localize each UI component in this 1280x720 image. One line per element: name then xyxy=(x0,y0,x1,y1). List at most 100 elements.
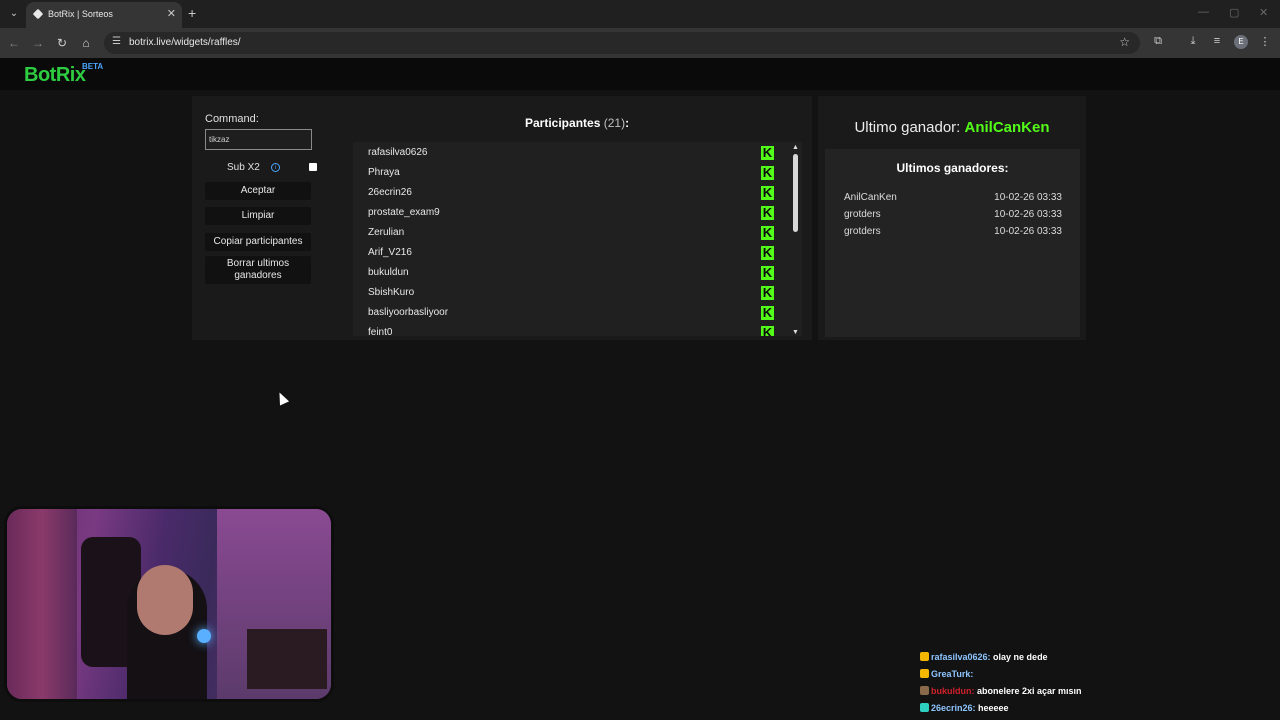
close-window-icon[interactable]: ✕ xyxy=(1259,6,1268,19)
kick-platform-icon: K xyxy=(761,225,774,240)
winners-history-box: Ultimos ganadores: AnilCanKen 10-02-26 03… xyxy=(825,149,1080,337)
delete-winners-label-1: Borrar ultimos xyxy=(226,258,290,269)
participant-name: feint0 xyxy=(368,327,393,336)
kick-platform-letter: K xyxy=(762,225,773,240)
winner-history-time: 10-02-26 03:33 xyxy=(994,226,1062,237)
participant-name: SbishKuro xyxy=(368,287,415,298)
chat-badge-icon xyxy=(920,652,929,661)
kick-platform-letter: K xyxy=(762,285,773,300)
kick-platform-icon: K xyxy=(761,325,774,336)
subx2-checkbox[interactable] xyxy=(309,163,317,171)
webcam-curtain xyxy=(7,509,77,699)
bookmark-star-icon[interactable]: ☆ xyxy=(1119,35,1130,49)
kick-platform-letter: K xyxy=(762,325,773,336)
winner-history-row: grotders 10-02-26 03:33 xyxy=(844,209,1062,225)
participants-title: Participantes (21): xyxy=(525,116,629,130)
participant-row: bukuldun K xyxy=(353,263,783,283)
extensions-icon[interactable]: ⧉ xyxy=(1150,35,1166,48)
chat-message: 26ecrin26: heeeee xyxy=(920,703,1009,713)
beta-badge: BETA xyxy=(82,62,104,71)
chat-username: bukuldun: xyxy=(931,686,975,696)
back-icon[interactable]: ← xyxy=(6,35,22,51)
address-bar[interactable]: ☰ botrix.live/widgets/raffles/ ☆ xyxy=(104,32,1140,54)
close-tab-icon[interactable]: ✕ xyxy=(167,7,176,20)
delete-winners-label-2: ganadores xyxy=(234,270,282,281)
forward-icon[interactable]: → xyxy=(30,35,46,51)
delete-winners-button[interactable]: Borrar ultimos ganadores xyxy=(205,256,311,284)
participants-scrollbar[interactable]: ▲ ▼ xyxy=(790,142,802,336)
accept-button[interactable]: Aceptar xyxy=(205,182,311,200)
page-content: BotRix BETA Command: tikzaz Sub X2 i Ace… xyxy=(0,58,1280,720)
winner-history-row: AnilCanKen 10-02-26 03:33 xyxy=(844,192,1062,208)
maximize-icon[interactable]: ▢ xyxy=(1229,6,1239,19)
participant-name: Zerulian xyxy=(368,227,405,238)
scroll-up-icon[interactable]: ▲ xyxy=(792,144,799,151)
kick-platform-icon: K xyxy=(761,265,774,280)
tab-search-icon[interactable]: ⌄ xyxy=(5,5,23,23)
participant-row: 26ecrin26 K xyxy=(353,183,783,203)
site-info-icon[interactable]: ☰ xyxy=(112,36,121,47)
botrix-logo[interactable]: BotRix xyxy=(24,64,86,87)
chat-badge-icon xyxy=(920,703,929,712)
browser-toolbar: ← → ↻ ⌂ ☰ botrix.live/widgets/raffles/ ☆… xyxy=(0,28,1280,58)
kick-platform-icon: K xyxy=(761,205,774,220)
profile-avatar[interactable]: E xyxy=(1234,35,1248,49)
kick-platform-icon: K xyxy=(761,145,774,160)
last-winner-label: Ultimo ganador: xyxy=(854,119,961,136)
subx2-label: Sub X2 xyxy=(227,162,260,173)
scroll-thumb[interactable] xyxy=(793,154,798,232)
download-icon[interactable]: ⤓ xyxy=(1185,35,1201,48)
chat-username: 26ecrin26: xyxy=(931,703,976,713)
raffle-panel: Command: tikzaz Sub X2 i Aceptar Limpiar… xyxy=(192,96,812,340)
browser-tab[interactable]: BotRix | Sorteos ✕ xyxy=(26,2,182,28)
participants-title-text: Participantes xyxy=(525,116,601,130)
browser-tab-bar: ⌄ BotRix | Sorteos ✕ + — ▢ ✕ xyxy=(0,0,1280,28)
home-icon[interactable]: ⌂ xyxy=(78,35,94,51)
command-input[interactable]: tikzaz xyxy=(205,129,312,150)
winners-history-title: Ultimos ganadores: xyxy=(896,161,1009,175)
mouse-cursor-icon xyxy=(274,390,290,406)
copy-participants-button[interactable]: Copiar participantes xyxy=(205,233,311,251)
participant-row: Arif_V216 K xyxy=(353,243,783,263)
kick-platform-letter: K xyxy=(762,305,773,320)
chat-text: olay ne dede xyxy=(990,652,1048,662)
command-label: Command: xyxy=(205,113,259,125)
winner-history-time: 10-02-26 03:33 xyxy=(994,192,1062,203)
reload-icon[interactable]: ↻ xyxy=(54,35,70,51)
winner-history-name: AnilCanKen xyxy=(844,192,897,203)
chat-text: abonelere 2xi açar mısın xyxy=(974,686,1082,696)
tab-title: BotRix | Sorteos xyxy=(48,9,113,19)
participant-name: prostate_exam9 xyxy=(368,207,440,218)
chat-badge-icon xyxy=(920,669,929,678)
kick-platform-icon: K xyxy=(761,165,774,180)
clear-button[interactable]: Limpiar xyxy=(205,207,311,225)
scroll-down-icon[interactable]: ▼ xyxy=(792,329,799,336)
participant-row: Phraya K xyxy=(353,163,783,183)
participants-colon: : xyxy=(625,116,630,130)
participant-name: basliyoorbasliyoor xyxy=(368,307,449,318)
media-control-icon[interactable]: ≡ xyxy=(1209,35,1225,47)
participant-row: prostate_exam9 K xyxy=(353,203,783,223)
winner-history-name: grotders xyxy=(844,226,881,237)
participant-row: basliyoorbasliyoor K xyxy=(353,303,783,323)
new-tab-icon[interactable]: + xyxy=(188,5,196,21)
winner-history-row: grotders 10-02-26 03:33 xyxy=(844,226,1062,242)
participant-row: Zerulian K xyxy=(353,223,783,243)
winner-panel: Ultimo ganador: AnilCanKen Ultimos ganad… xyxy=(818,96,1086,340)
webcam-light xyxy=(197,629,211,643)
participant-row: SbishKuro K xyxy=(353,283,783,303)
kick-platform-icon: K xyxy=(761,185,774,200)
webcam-shelf xyxy=(247,629,327,689)
minimize-icon[interactable]: — xyxy=(1198,6,1209,18)
kick-platform-icon: K xyxy=(761,305,774,320)
chat-username: rafasilva0626: xyxy=(931,652,991,662)
participants-list[interactable]: feint0 Kbasliyoorbasliyoor K SbishKuro Kbuku… xyxy=(353,142,802,336)
botrix-favicon-icon xyxy=(32,8,44,20)
chat-message: rafasilva0626: olay ne dede xyxy=(920,652,1048,662)
menu-kebab-icon[interactable]: ⋮ xyxy=(1257,35,1273,48)
info-icon[interactable]: i xyxy=(271,163,280,172)
kick-platform-icon: K xyxy=(761,285,774,300)
participant-row: feint0 K xyxy=(353,323,783,336)
url-text: botrix.live/widgets/raffles/ xyxy=(129,37,241,48)
participant-name: bukuldun xyxy=(368,267,409,278)
